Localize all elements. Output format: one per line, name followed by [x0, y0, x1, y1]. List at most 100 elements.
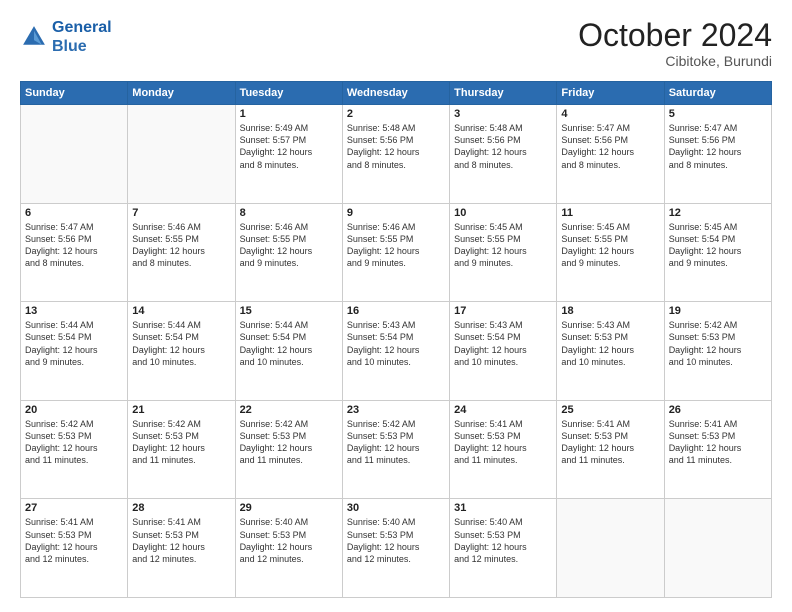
cell-info: Sunrise: 5:42 AM Sunset: 5:53 PM Dayligh…: [132, 418, 230, 467]
day-number: 26: [669, 404, 767, 416]
day-number: 12: [669, 207, 767, 219]
day-number: 18: [561, 305, 659, 317]
calendar-cell: 30Sunrise: 5:40 AM Sunset: 5:53 PM Dayli…: [342, 499, 449, 598]
cell-info: Sunrise: 5:44 AM Sunset: 5:54 PM Dayligh…: [132, 319, 230, 368]
cell-info: Sunrise: 5:42 AM Sunset: 5:53 PM Dayligh…: [25, 418, 123, 467]
calendar-cell: 22 Sunrise: 5:42 AM Sunset: 5:53 PM Dayli…: [235, 400, 342, 499]
logo-icon: [20, 23, 48, 51]
day-number: 23: [347, 404, 445, 416]
cell-info: Sunrise: 5:42 AM Sunset: 5:53 PM Dayligh…: [240, 418, 338, 467]
cell-info: Sunrise: 5:41 AM Sunset: 5:53 PM Dayligh…: [561, 418, 659, 467]
cell-info: Sunrise: 5:46 AM Sunset: 5:55 PM Dayligh…: [347, 221, 445, 270]
calendar-cell: 19 Sunrise: 5:42 AM Sunset: 5:53 PM Dayli…: [664, 302, 771, 401]
calendar-cell: 1 Sunrise: 5:49 AM Sunset: 5:57 PM Daylig…: [235, 105, 342, 204]
cell-info: Sunrise: 5:42 AM Sunset: 5:53 PM Dayligh…: [347, 418, 445, 467]
calendar-cell: 18 Sunrise: 5:43 AM Sunset: 5:53 PM Dayli…: [557, 302, 664, 401]
cell-info: Sunrise: 5:45 AM Sunset: 5:55 PM Dayligh…: [454, 221, 552, 270]
cell-info: Sunrise: 5:41 AM Sunset: 5:53 PM Dayligh…: [454, 418, 552, 467]
col-wednesday: Wednesday: [342, 82, 449, 105]
cell-info: Sunrise: 5:46 AM Sunset: 5:55 PM Dayligh…: [132, 221, 230, 270]
calendar-cell: 25 Sunrise: 5:41 AM Sunset: 5:53 PM Dayli…: [557, 400, 664, 499]
calendar-cell: 21Sunrise: 5:42 AM Sunset: 5:53 PM Dayli…: [128, 400, 235, 499]
calendar-cell: 17 Sunrise: 5:43 AM Sunset: 5:54 PM Dayli…: [450, 302, 557, 401]
col-thursday: Thursday: [450, 82, 557, 105]
calendar-cell: 8Sunrise: 5:46 AM Sunset: 5:55 PM Daylig…: [235, 203, 342, 302]
calendar-cell: 15 Sunrise: 5:44 AM Sunset: 5:54 PM Dayli…: [235, 302, 342, 401]
calendar-cell: 7Sunrise: 5:46 AM Sunset: 5:55 PM Daylig…: [128, 203, 235, 302]
calendar-cell: 26 Sunrise: 5:41 AM Sunset: 5:53 PM Dayli…: [664, 400, 771, 499]
calendar-week-0: 1 Sunrise: 5:49 AM Sunset: 5:57 PM Daylig…: [21, 105, 772, 204]
cell-info: Sunrise: 5:44 AM Sunset: 5:54 PM Dayligh…: [25, 319, 123, 368]
calendar-cell: 16 Sunrise: 5:43 AM Sunset: 5:54 PM Dayli…: [342, 302, 449, 401]
calendar-cell: [128, 105, 235, 204]
day-number: 20: [25, 404, 123, 416]
cell-info: Sunrise: 5:43 AM Sunset: 5:54 PM Dayligh…: [454, 319, 552, 368]
day-number: 31: [454, 502, 552, 514]
day-number: 10: [454, 207, 552, 219]
calendar-cell: 23 Sunrise: 5:42 AM Sunset: 5:53 PM Dayli…: [342, 400, 449, 499]
cell-info: Sunrise: 5:44 AM Sunset: 5:54 PM Dayligh…: [240, 319, 338, 368]
page: General Blue October 2024 Cibitoke, Buru…: [0, 0, 792, 612]
calendar-cell: 11 Sunrise: 5:45 AM Sunset: 5:55 PM Dayli…: [557, 203, 664, 302]
calendar-cell: 29 Sunrise: 5:40 AM Sunset: 5:53 PM Dayli…: [235, 499, 342, 598]
cell-info: Sunrise: 5:40 AM Sunset: 5:53 PM Dayligh…: [454, 516, 552, 565]
calendar-cell: 12Sunrise: 5:45 AM Sunset: 5:54 PM Dayli…: [664, 203, 771, 302]
day-number: 25: [561, 404, 659, 416]
cell-info: Sunrise: 5:41 AM Sunset: 5:53 PM Dayligh…: [132, 516, 230, 565]
location-subtitle: Cibitoke, Burundi: [578, 53, 772, 69]
cell-info: Sunrise: 5:46 AM Sunset: 5:55 PM Dayligh…: [240, 221, 338, 270]
col-monday: Monday: [128, 82, 235, 105]
day-number: 14: [132, 305, 230, 317]
cell-info: Sunrise: 5:41 AM Sunset: 5:53 PM Dayligh…: [669, 418, 767, 467]
cell-info: Sunrise: 5:48 AM Sunset: 5:56 PM Dayligh…: [347, 122, 445, 171]
header: General Blue October 2024 Cibitoke, Buru…: [20, 18, 772, 69]
calendar-table: Sunday Monday Tuesday Wednesday Thursday…: [20, 81, 772, 598]
day-number: 22: [240, 404, 338, 416]
calendar-cell: 13 Sunrise: 5:44 AM Sunset: 5:54 PM Dayli…: [21, 302, 128, 401]
cell-info: Sunrise: 5:43 AM Sunset: 5:54 PM Dayligh…: [347, 319, 445, 368]
day-number: 17: [454, 305, 552, 317]
day-number: 16: [347, 305, 445, 317]
logo-text: General Blue: [52, 18, 112, 56]
calendar-week-4: 27Sunrise: 5:41 AM Sunset: 5:53 PM Dayli…: [21, 499, 772, 598]
day-number: 15: [240, 305, 338, 317]
day-number: 29: [240, 502, 338, 514]
day-number: 1: [240, 108, 338, 120]
cell-info: Sunrise: 5:47 AM Sunset: 5:56 PM Dayligh…: [25, 221, 123, 270]
day-number: 13: [25, 305, 123, 317]
day-number: 6: [25, 207, 123, 219]
logo-line1: General: [52, 19, 112, 36]
calendar-cell: 28Sunrise: 5:41 AM Sunset: 5:53 PM Dayli…: [128, 499, 235, 598]
col-saturday: Saturday: [664, 82, 771, 105]
calendar-cell: 4 Sunrise: 5:47 AM Sunset: 5:56 PM Daylig…: [557, 105, 664, 204]
col-sunday: Sunday: [21, 82, 128, 105]
logo-line2: Blue: [52, 37, 112, 56]
cell-info: Sunrise: 5:40 AM Sunset: 5:53 PM Dayligh…: [240, 516, 338, 565]
cell-info: Sunrise: 5:43 AM Sunset: 5:53 PM Dayligh…: [561, 319, 659, 368]
day-number: 2: [347, 108, 445, 120]
calendar-cell: 31 Sunrise: 5:40 AM Sunset: 5:53 PM Dayli…: [450, 499, 557, 598]
cell-info: Sunrise: 5:41 AM Sunset: 5:53 PM Dayligh…: [25, 516, 123, 565]
cell-info: Sunrise: 5:47 AM Sunset: 5:56 PM Dayligh…: [669, 122, 767, 171]
calendar-week-3: 20 Sunrise: 5:42 AM Sunset: 5:53 PM Dayli…: [21, 400, 772, 499]
calendar-week-2: 13 Sunrise: 5:44 AM Sunset: 5:54 PM Dayli…: [21, 302, 772, 401]
month-title: October 2024: [578, 18, 772, 53]
day-number: 3: [454, 108, 552, 120]
calendar-cell: [557, 499, 664, 598]
cell-info: Sunrise: 5:40 AM Sunset: 5:53 PM Dayligh…: [347, 516, 445, 565]
logo: General Blue: [20, 18, 112, 56]
calendar-cell: 20 Sunrise: 5:42 AM Sunset: 5:53 PM Dayli…: [21, 400, 128, 499]
cell-info: Sunrise: 5:49 AM Sunset: 5:57 PM Dayligh…: [240, 122, 338, 171]
cell-info: Sunrise: 5:47 AM Sunset: 5:56 PM Dayligh…: [561, 122, 659, 171]
cell-info: Sunrise: 5:45 AM Sunset: 5:55 PM Dayligh…: [561, 221, 659, 270]
calendar-cell: 6 Sunrise: 5:47 AM Sunset: 5:56 PM Daylig…: [21, 203, 128, 302]
day-number: 9: [347, 207, 445, 219]
col-friday: Friday: [557, 82, 664, 105]
calendar-cell: 3Sunrise: 5:48 AM Sunset: 5:56 PM Daylig…: [450, 105, 557, 204]
day-number: 4: [561, 108, 659, 120]
calendar-header-row: Sunday Monday Tuesday Wednesday Thursday…: [21, 82, 772, 105]
cell-info: Sunrise: 5:42 AM Sunset: 5:53 PM Dayligh…: [669, 319, 767, 368]
day-number: 19: [669, 305, 767, 317]
calendar-week-1: 6 Sunrise: 5:47 AM Sunset: 5:56 PM Daylig…: [21, 203, 772, 302]
day-number: 11: [561, 207, 659, 219]
